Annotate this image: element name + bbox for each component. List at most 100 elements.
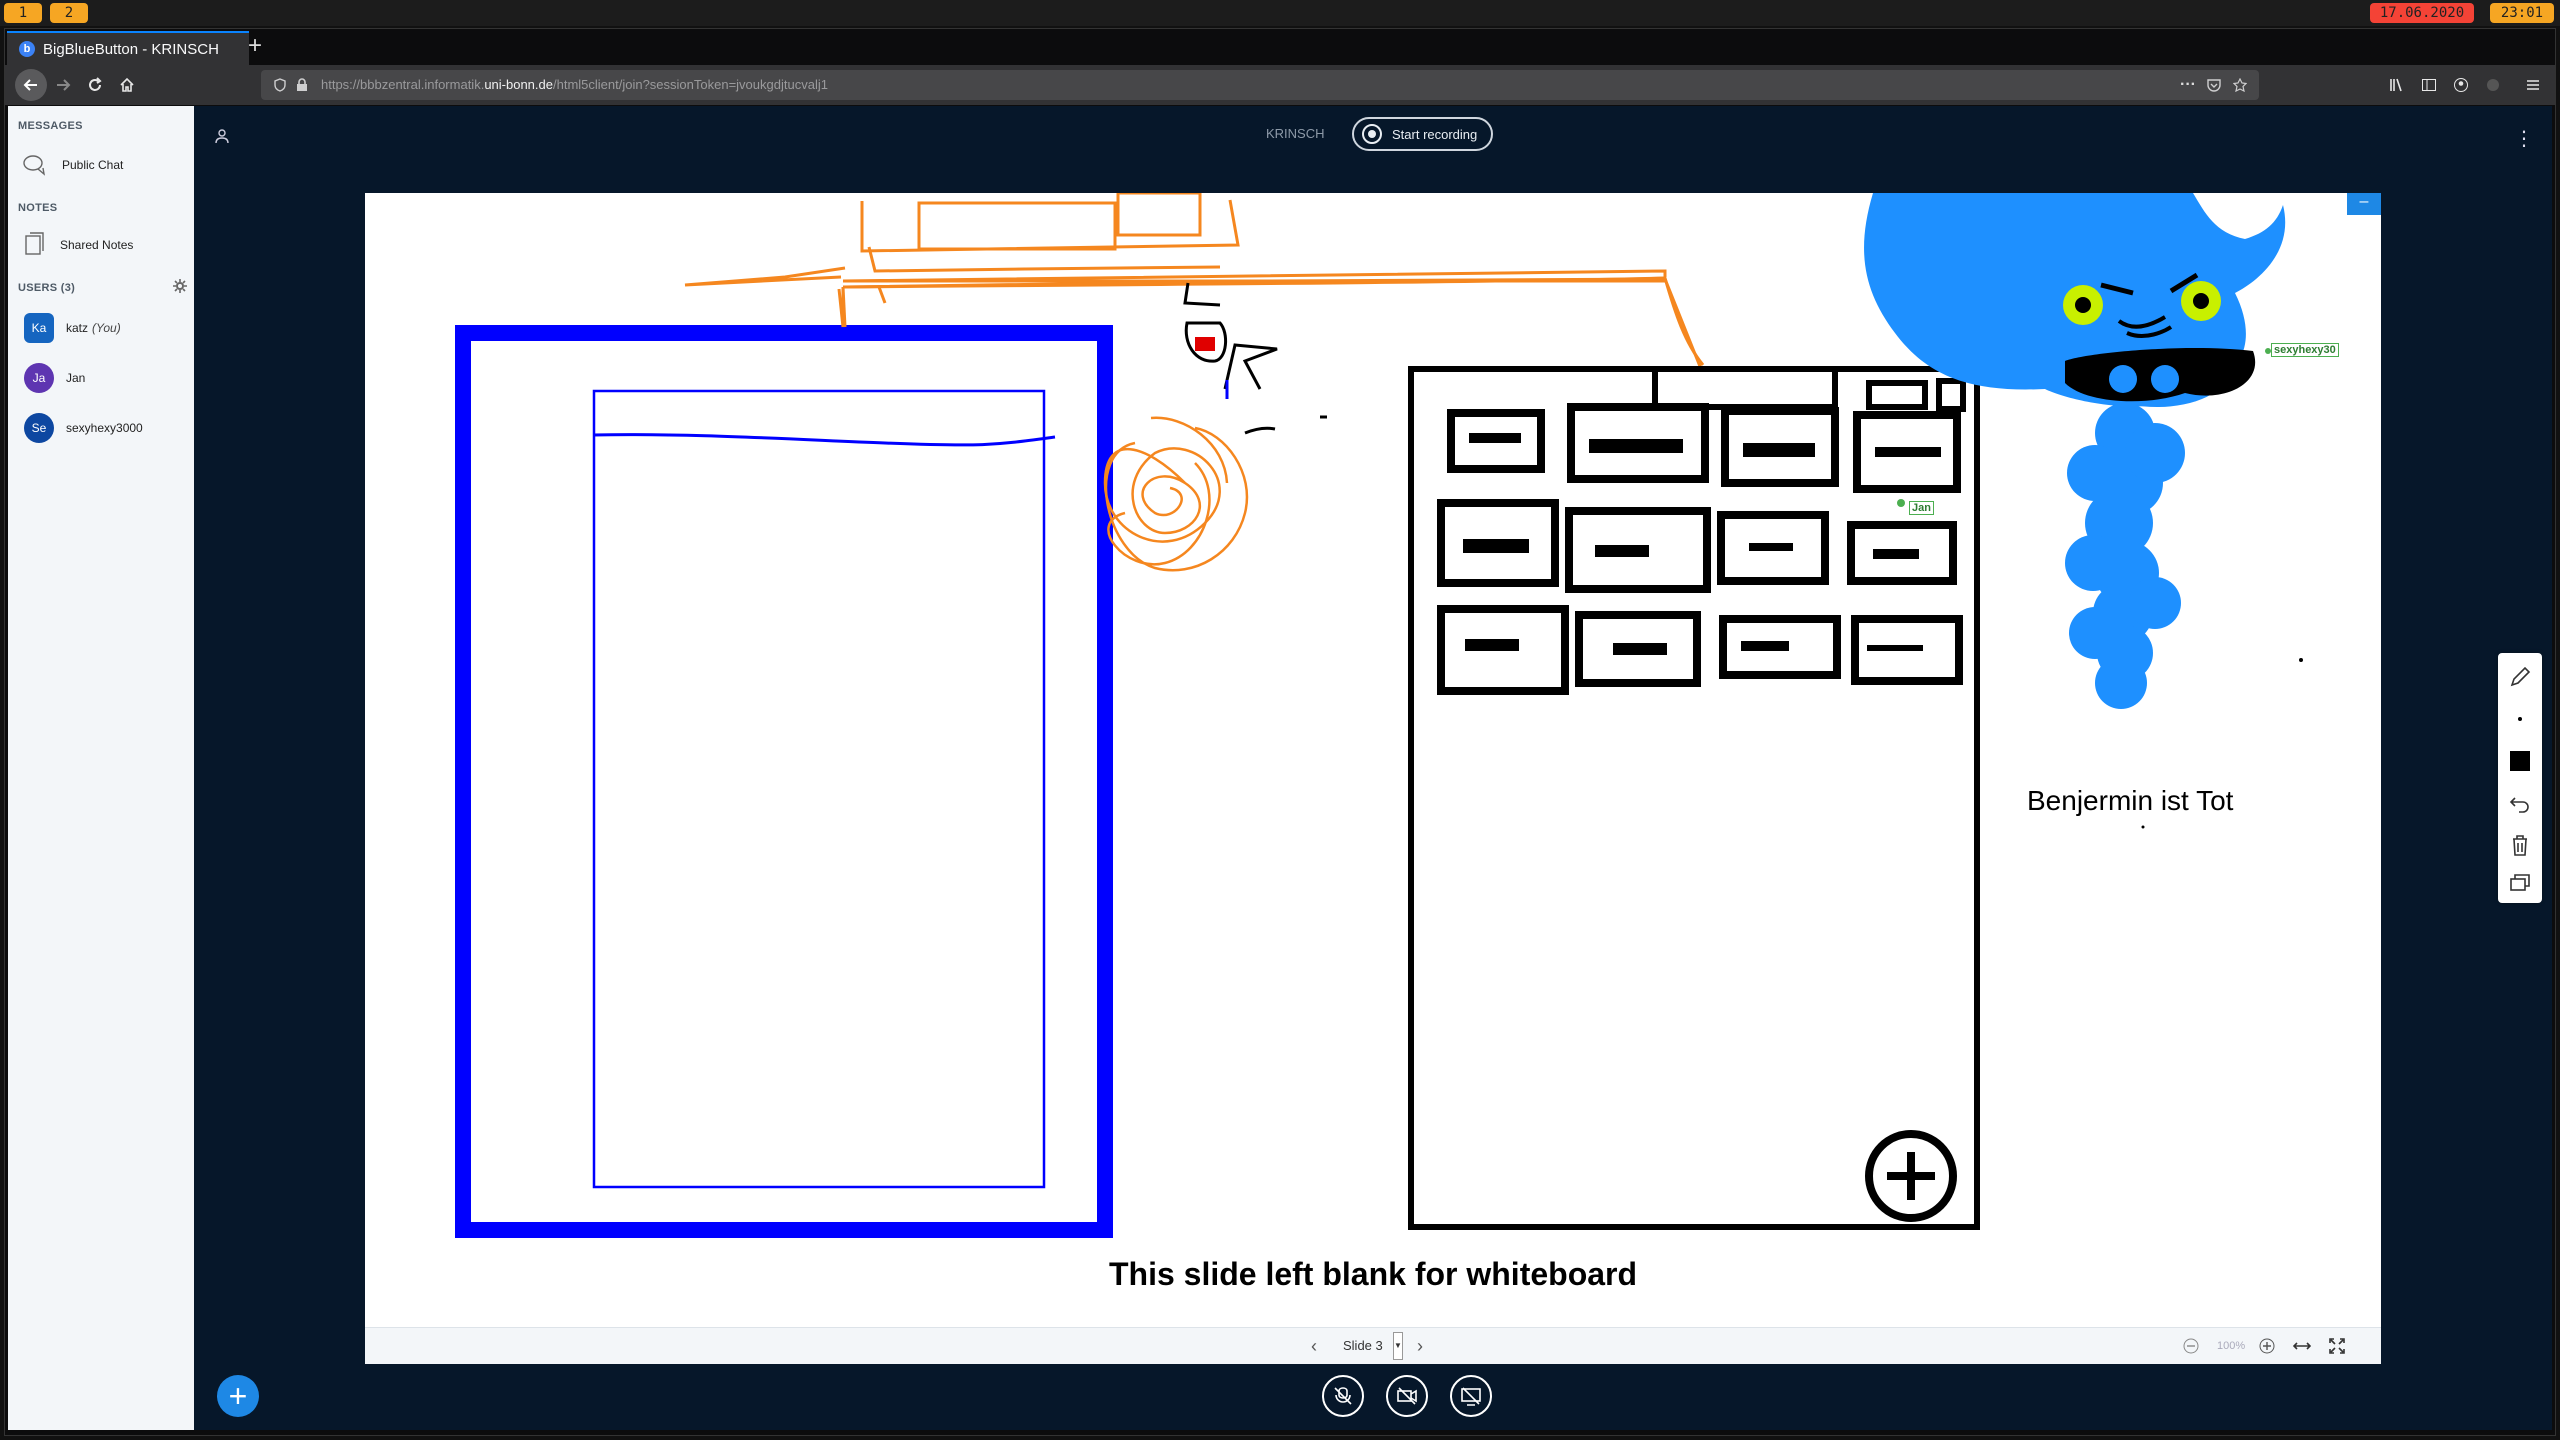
sidebar-toggle-button[interactable] xyxy=(2415,71,2443,99)
zoom-level: 100% xyxy=(2217,1340,2246,1352)
user-list-sidebar: MESSAGES Public Chat NOTES Shared Notes … xyxy=(8,106,194,1430)
actions-plus-button[interactable]: + xyxy=(217,1375,259,1417)
multi-user-button[interactable] xyxy=(2504,867,2536,899)
screenshare-button[interactable] xyxy=(1450,1375,1492,1417)
reload-button[interactable] xyxy=(81,71,109,99)
messages-header: MESSAGES xyxy=(18,120,83,132)
avatar: Se xyxy=(24,413,54,443)
orange-strokes xyxy=(684,193,1705,370)
thickness-icon xyxy=(2518,717,2522,721)
previous-slide-button[interactable]: ‹ xyxy=(1311,1336,1317,1357)
undo-button[interactable] xyxy=(2504,787,2536,819)
home-icon xyxy=(120,77,134,92)
multi-user-icon xyxy=(2510,874,2530,891)
blue-line-stroke xyxy=(592,433,1056,447)
page-actions-icon[interactable]: ··· xyxy=(2179,76,2197,94)
public-chat-item[interactable]: Public Chat xyxy=(22,150,123,180)
color-button[interactable] xyxy=(2504,745,2536,777)
fit-width-button[interactable] xyxy=(2292,1338,2312,1359)
mute-button[interactable] xyxy=(1322,1375,1364,1417)
user-item-jan[interactable]: Ja Jan xyxy=(24,362,85,394)
options-menu-icon[interactable]: ⋮ xyxy=(2514,126,2534,151)
dot-mark xyxy=(2141,825,2145,829)
url-bar[interactable]: https://bbbzentral.informatik.uni-bonn.d… xyxy=(261,70,2259,100)
cursor-label-jan: Jan xyxy=(1909,501,1934,515)
arrow-left-icon xyxy=(23,79,37,91)
library-button[interactable] xyxy=(2383,71,2411,99)
pencil-tool-button[interactable] xyxy=(2504,661,2536,693)
record-label: Start recording xyxy=(1392,126,1478,142)
new-tab-button[interactable]: + xyxy=(243,34,267,59)
workspace-2[interactable]: 2 xyxy=(50,3,88,23)
user-item-sexyhexy3000[interactable]: Se sexyhexy3000 xyxy=(24,412,143,444)
zoom-in-button[interactable] xyxy=(2259,1338,2275,1359)
user-icon xyxy=(215,129,229,144)
workspace-1[interactable]: 1 xyxy=(4,3,42,23)
avatar: Ka xyxy=(24,313,54,343)
forward-button[interactable] xyxy=(49,71,77,99)
chat-icon xyxy=(23,155,46,176)
thickness-button[interactable] xyxy=(2504,703,2536,735)
next-slide-button[interactable]: › xyxy=(1417,1336,1423,1357)
pencil-icon xyxy=(2510,666,2531,687)
menu-button[interactable] xyxy=(2519,71,2547,99)
text-annotation: Benjermin ist Tot xyxy=(2027,785,2234,816)
lock-icon[interactable] xyxy=(293,76,311,94)
screenshare-off-icon xyxy=(1461,1387,1481,1406)
meeting-main-area: KRINSCH Start recording ⋮ Jan sexyhexy30… xyxy=(194,106,2552,1430)
avatar: Ja xyxy=(24,363,54,393)
user-list-toggle-button[interactable] xyxy=(214,128,230,149)
zoom-in-icon xyxy=(2259,1338,2275,1354)
tablet-drawing xyxy=(1408,366,1980,1230)
arrow-right-icon xyxy=(57,79,71,91)
user-item-katz[interactable]: Ka katz (You) xyxy=(24,312,121,344)
clear-button[interactable] xyxy=(2504,829,2536,861)
notes-header: NOTES xyxy=(18,202,58,214)
meeting-title: KRINSCH xyxy=(1266,126,1325,141)
shared-notes-item[interactable]: Shared Notes xyxy=(22,230,133,260)
fullscreen-button[interactable] xyxy=(2329,1338,2345,1359)
user-options-gear-icon[interactable] xyxy=(172,278,188,299)
avatar-initials: Ka xyxy=(31,321,47,335)
start-recording-button[interactable]: Start recording xyxy=(1352,117,1494,151)
back-button[interactable] xyxy=(15,69,47,101)
url-text[interactable]: https://bbbzentral.informatik.uni-bonn.d… xyxy=(321,77,828,92)
undo-icon xyxy=(2509,797,2529,813)
color-swatch-icon xyxy=(2510,751,2530,771)
reload-icon xyxy=(89,77,102,91)
account-button[interactable] xyxy=(2447,71,2475,99)
user-you-tag: (You) xyxy=(92,321,121,335)
browser-tab[interactable]: b BigBlueButton - KRINSCH xyxy=(7,31,249,65)
public-chat-label: Public Chat xyxy=(62,158,124,172)
url-prefix: https://bbbzentral.informatik. xyxy=(321,77,485,92)
slide-caption: This slide left blank for whiteboard xyxy=(1108,1256,1638,1292)
audio-off-icon xyxy=(1334,1387,1352,1405)
slide-dropdown-arrow-icon[interactable]: ▼ xyxy=(1393,1332,1403,1360)
cursor-dot-jan xyxy=(1897,499,1905,507)
slide-select[interactable]: Slide 3 xyxy=(1343,1338,1383,1353)
extension-button[interactable] xyxy=(2479,71,2507,99)
cursor-label-sexyhexy: sexyhexy30 xyxy=(2271,343,2339,357)
account-icon xyxy=(2454,78,2468,92)
shield-icon[interactable] xyxy=(271,76,289,94)
library-icon xyxy=(2390,78,2402,92)
zoom-out-button[interactable] xyxy=(2183,1338,2199,1359)
home-button[interactable] xyxy=(113,71,141,99)
avatar-initials: Se xyxy=(31,421,47,435)
user-name: Jan xyxy=(66,371,86,385)
black-doodle xyxy=(1183,282,1327,435)
sidebar-icon xyxy=(2422,79,2436,91)
video-off-icon xyxy=(1397,1387,1417,1405)
presentation-toolbar: ‹ Slide 3 ▼ › 100% xyxy=(365,1327,2381,1364)
minimize-presentation-button[interactable]: – xyxy=(2347,193,2381,215)
zoom-out-icon xyxy=(2183,1338,2199,1354)
fullscreen-icon xyxy=(2329,1338,2345,1354)
presentation-area[interactable]: Jan sexyhexy30 Benjermin ist Tot This sl… xyxy=(365,193,2381,1364)
dot-mark xyxy=(2299,658,2303,662)
avatar-initials: Ja xyxy=(32,371,46,385)
tab-strip: b BigBlueButton - KRINSCH + xyxy=(5,29,2555,65)
whiteboard-canvas[interactable] xyxy=(365,193,2381,1327)
video-button[interactable] xyxy=(1386,1375,1428,1417)
pocket-icon[interactable] xyxy=(2205,76,2223,94)
bookmark-star-icon[interactable] xyxy=(2231,76,2249,94)
